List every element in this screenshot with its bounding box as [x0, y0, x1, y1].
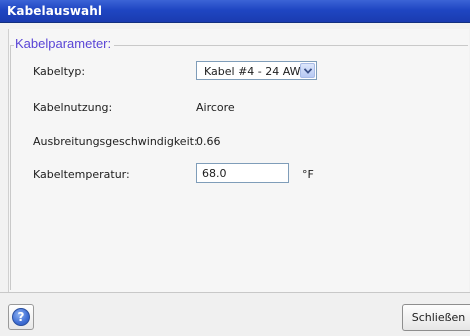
window-title: Kabelauswahl — [7, 4, 103, 18]
title-bar: Kabelauswahl — [0, 0, 470, 23]
chevron-down-icon — [304, 68, 312, 74]
dropdown-button[interactable] — [300, 63, 315, 78]
propagation-speed-label: Ausbreitungsgeschwindigkeit: — [33, 135, 198, 148]
propagation-speed-value: 0.66 — [196, 135, 221, 148]
cable-type-selected-value: Kabel #4 - 24 AWG — [204, 65, 310, 78]
help-icon: ? — [12, 308, 30, 326]
cable-temperature-value: 68.0 — [202, 167, 227, 180]
cable-type-label: Kabeltyp: — [33, 65, 86, 78]
dialog-footer — [0, 292, 470, 336]
cable-type-select[interactable]: Kabel #4 - 24 AWG — [196, 61, 317, 80]
cable-usage-value: Aircore — [196, 101, 235, 114]
help-button[interactable]: ? — [8, 304, 34, 330]
cable-usage-label: Kabelnutzung: — [33, 101, 113, 114]
close-button[interactable]: Schließen — [402, 304, 470, 331]
cable-selection-dialog: Kabelauswahl Kabelparameter: Kabeltyp: K… — [0, 0, 470, 336]
group-legend: Kabelparameter: — [14, 36, 115, 51]
cable-temperature-input[interactable]: 68.0 — [196, 163, 289, 183]
cable-temperature-label: Kabeltemperatur: — [33, 168, 130, 181]
temperature-unit: °F — [302, 168, 314, 181]
